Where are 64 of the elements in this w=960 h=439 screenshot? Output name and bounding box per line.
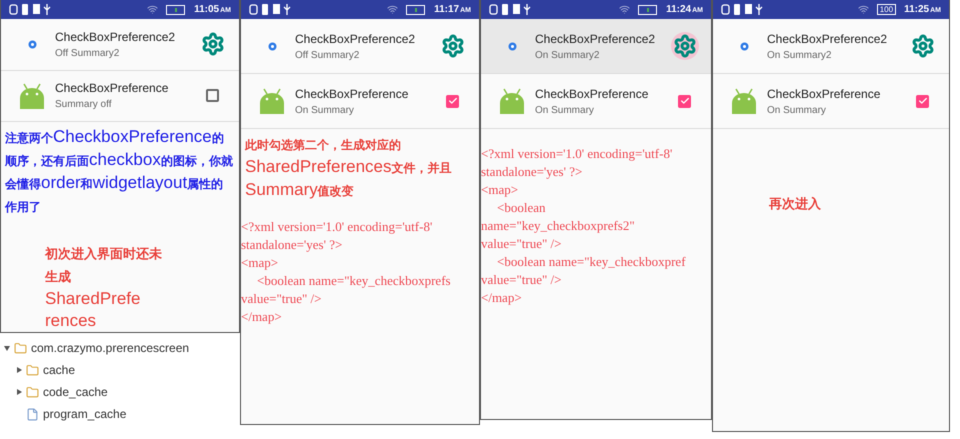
checkbox[interactable] (916, 94, 929, 108)
xml-line: </map> (241, 308, 283, 326)
tree-item[interactable]: program_cache (43, 405, 126, 423)
preference-summary: Off Summary2 (295, 48, 360, 62)
preference-title: CheckBoxPreference2 (767, 30, 888, 48)
xml-line: standalone='yes' ?> (481, 163, 584, 181)
xml-line: value="true" /> (481, 235, 563, 253)
gear-icon[interactable] (671, 32, 699, 60)
expanded-arrow-icon[interactable] (4, 345, 10, 351)
preference-summary: On Summary2 (535, 48, 600, 62)
battery-charging-icon (166, 4, 186, 14)
checkbox[interactable] (678, 94, 691, 108)
annotation: 此时勾选第二个，生成对应的SharedPreferences文件，并且Summary值改变 (244, 137, 452, 201)
preference-title: CheckBoxPreference (295, 86, 410, 102)
preference-summary: On Summary (535, 104, 595, 118)
battery-charging-icon (406, 4, 426, 14)
xml-line: <?xml version='1.0' encoding='utf-8' (481, 145, 674, 163)
preference-title: CheckBoxPreference (55, 80, 170, 98)
folder-icon (26, 386, 39, 398)
xml-line: value="true" /> (241, 290, 323, 308)
checkbox[interactable] (206, 89, 219, 102)
annotation: 注意两个CheckboxPreference的顺序，还有后面checkbox的图标，你就会懂得order和widgetlayout属性的作用了 (4, 126, 234, 216)
file-icon (26, 408, 39, 420)
preference-title: CheckBoxPreference2 (295, 30, 416, 48)
preference-summary: Off Summary2 (55, 46, 120, 61)
battery-level: 100 (876, 4, 896, 15)
xml-line: </map> (481, 289, 523, 307)
tree-item[interactable]: cache (43, 361, 76, 379)
tree-item[interactable]: code_cache (43, 383, 108, 401)
preference-title: CheckBoxPreference2 (535, 30, 656, 48)
preference-row[interactable]: CheckBoxPreference Summary off (1, 70, 239, 122)
preference-summary: On Summary (295, 104, 355, 118)
xml-line: <?xml version='1.0' encoding='utf-8' (241, 218, 434, 236)
tree-item[interactable]: com.crazymo.prerencescreen (31, 339, 190, 357)
xml-line: <map> (481, 181, 520, 199)
preference-row[interactable]: CheckBoxPreference2 On Summary2 (481, 19, 711, 74)
xml-line: <boolean name="key_checkboxprefs (256, 272, 452, 290)
folder-icon (26, 364, 39, 376)
android-icon (497, 86, 527, 116)
preference-summary: On Summary2 (767, 48, 832, 62)
annotation: 初次进入界面时还未生成SharedPrefe rences (44, 245, 163, 332)
checkbox[interactable] (446, 94, 459, 108)
android-icon (257, 86, 287, 116)
xml-line: name="key_checkboxprefs2" (481, 217, 636, 235)
collapsed-arrow-icon[interactable] (16, 389, 22, 395)
preference-title: CheckBoxPreference (535, 86, 650, 102)
wifi-icon (619, 4, 630, 15)
battery-charging-icon (638, 4, 658, 14)
xml-line: value="true" /> (481, 271, 563, 289)
preference-summary: Summary off (55, 98, 112, 112)
wifi-icon (858, 4, 869, 15)
folder-icon (14, 342, 27, 354)
wifi-icon (387, 4, 398, 15)
xml-line: standalone='yes' ?> (241, 236, 344, 254)
xml-line: <map> (241, 254, 280, 272)
wifi-icon (147, 4, 158, 15)
annotation: 再次进入 (768, 195, 822, 213)
collapsed-arrow-icon[interactable] (16, 367, 22, 373)
xml-line: <boolean name="key_checkboxpref (496, 253, 687, 271)
preference-summary: On Summary (767, 104, 827, 118)
xml-line: <boolean (496, 199, 546, 217)
android-icon (729, 86, 759, 116)
preference-title: CheckBoxPreference (767, 86, 882, 102)
preference-title: CheckBoxPreference2 (55, 28, 176, 46)
